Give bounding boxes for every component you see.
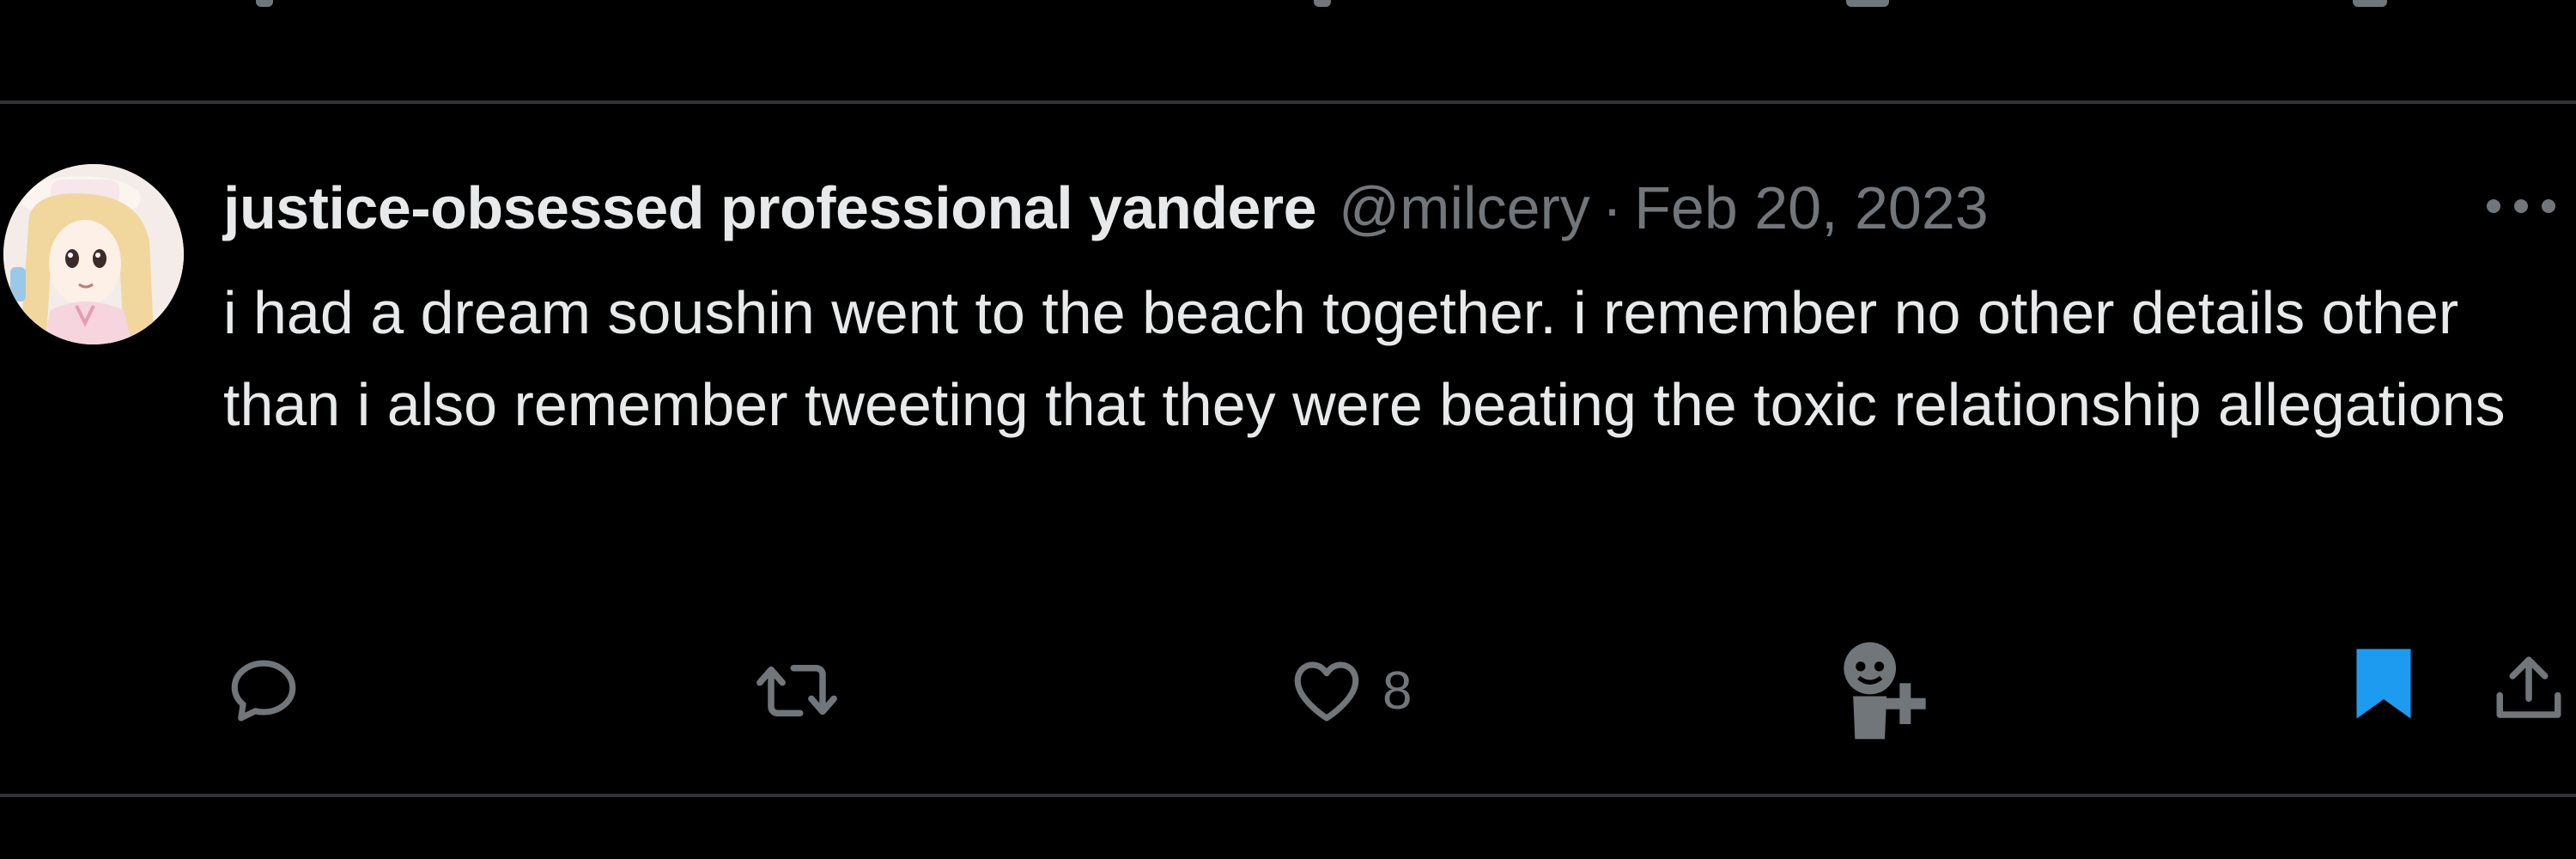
bookmark-button[interactable] xyxy=(2353,645,2415,722)
retweet-button[interactable] xyxy=(754,652,840,729)
header-separator: · xyxy=(1601,174,1623,241)
avatar-image xyxy=(3,164,184,344)
more-dot xyxy=(2514,199,2528,213)
reply-icon xyxy=(231,660,296,722)
tweet[interactable]: justice-obsessed professional yandere @m… xyxy=(0,104,2576,794)
tweet-text: i had a dream soushin went to the beach … xyxy=(223,279,2506,438)
share-icon xyxy=(2496,656,2561,718)
like-button[interactable]: 8 xyxy=(1288,652,1412,729)
bookmark-icon xyxy=(2356,649,2411,719)
tweet-divider-bottom xyxy=(0,794,2576,797)
previous-like-icon-fragment xyxy=(1314,0,1331,7)
more-icon[interactable] xyxy=(2487,193,2555,219)
previous-reply-icon-fragment xyxy=(256,0,273,7)
reply-button[interactable] xyxy=(225,652,302,729)
user-handle[interactable]: @milcery xyxy=(1339,174,1590,242)
share-button[interactable] xyxy=(2490,650,2567,728)
heart-icon xyxy=(1294,661,1359,722)
more-dot xyxy=(2487,199,2500,213)
tweet-date[interactable]: Feb 20, 2023 xyxy=(1634,174,1989,242)
tweet-header: justice-obsessed professional yandere @m… xyxy=(223,169,1989,247)
display-name[interactable]: justice-obsessed professional yandere xyxy=(223,174,1317,242)
follow-button[interactable] xyxy=(1829,635,1941,746)
avatar[interactable] xyxy=(3,164,184,344)
more-dot xyxy=(2542,199,2555,213)
previous-bookmark-icon-fragment xyxy=(2353,0,2387,7)
tweet-actions: 8 xyxy=(0,619,2576,765)
add-user-icon xyxy=(1844,642,1926,740)
previous-tweet-actions xyxy=(0,0,2576,17)
like-count: 8 xyxy=(1382,661,1413,721)
previous-follow-icon-fragment xyxy=(1846,0,1889,7)
retweet-icon xyxy=(756,665,837,716)
